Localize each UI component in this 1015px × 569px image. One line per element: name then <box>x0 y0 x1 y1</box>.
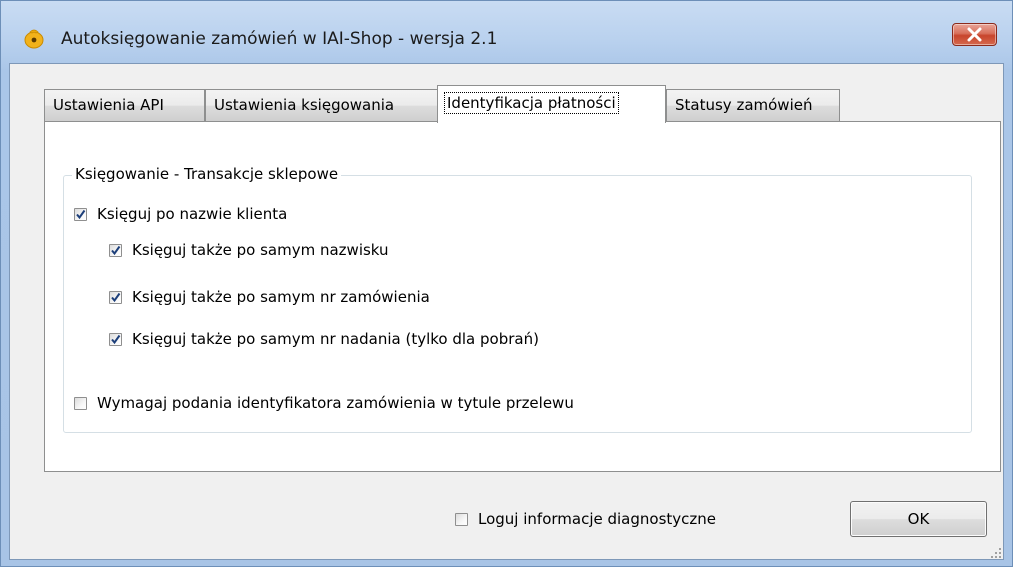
title-bar[interactable]: Autoksięgowanie zamówień w IAI-Shop - we… <box>1 1 1012 63</box>
tab-statusy-zamowien[interactable]: Statusy zamówień <box>666 89 840 121</box>
ok-button[interactable]: OK <box>850 501 987 537</box>
checkbox-label: Księguj po nazwie klienta <box>97 205 288 223</box>
checkbox-ksieguj-po-nr-nadania[interactable]: Księguj także po samym nr nadania (tylko… <box>109 329 539 349</box>
tab-ustawienia-ksiegowania[interactable]: Ustawienia księgowania <box>205 89 438 121</box>
groupbox-transakcje-sklepowe: Księgowanie - Transakcje sklepowe Księgu… <box>63 165 972 433</box>
checkbox-box[interactable] <box>455 512 468 526</box>
checkmark-icon <box>111 334 121 344</box>
checkbox-box[interactable] <box>109 290 122 304</box>
checkbox-label: Loguj informacje diagnostyczne <box>478 510 717 528</box>
resize-grip-icon[interactable] <box>990 547 1002 559</box>
close-button[interactable] <box>952 23 997 46</box>
checkbox-label: Księguj także po samym nr zamówienia <box>132 288 430 306</box>
checkmark-icon <box>111 245 121 255</box>
tab-ustawienia-api[interactable]: Ustawienia API <box>44 89 205 121</box>
tab-label: Statusy zamówień <box>675 96 813 114</box>
tab-identyfikacja-platnosci[interactable]: Identyfikacja płatności <box>437 85 666 123</box>
checkbox-ksieguj-po-nazwie-klienta[interactable]: Księguj po nazwie klienta <box>74 204 287 224</box>
checkbox-loguj-diagnostyczne[interactable]: Loguj informacje diagnostyczne <box>455 509 716 529</box>
app-moneybag-icon <box>24 29 44 49</box>
checkbox-box[interactable] <box>74 396 87 410</box>
tab-label: Ustawienia API <box>53 96 164 114</box>
checkbox-label: Księguj także po samym nr nadania (tylko… <box>132 330 539 348</box>
checkmark-icon <box>111 292 121 302</box>
checkbox-ksieguj-po-nazwisku[interactable]: Księguj także po samym nazwisku <box>109 240 389 260</box>
checkbox-label: Wymagaj podania identyfikatora zamówieni… <box>97 394 574 412</box>
window-title: Autoksięgowanie zamówień w IAI-Shop - we… <box>61 29 498 49</box>
checkbox-box[interactable] <box>109 243 122 257</box>
app-window: Autoksięgowanie zamówień w IAI-Shop - we… <box>0 0 1013 567</box>
checkbox-wymagaj-identyfikatora[interactable]: Wymagaj podania identyfikatora zamówieni… <box>74 393 574 413</box>
checkbox-ksieguj-po-nr-zamowienia[interactable]: Księguj także po samym nr zamówienia <box>109 287 430 307</box>
tab-page-identyfikacja-platnosci: Księgowanie - Transakcje sklepowe Księgu… <box>44 121 1001 472</box>
dialog-client-area: Ustawienia API Ustawienia księgowania Id… <box>9 63 1004 560</box>
groupbox-legend: Księgowanie - Transakcje sklepowe <box>72 165 342 183</box>
checkmark-icon <box>76 209 86 219</box>
close-icon <box>967 27 982 42</box>
checkbox-box[interactable] <box>74 207 87 221</box>
tab-label: Ustawienia księgowania <box>214 96 395 114</box>
tab-label: Identyfikacja płatności <box>444 92 619 114</box>
checkbox-label: Księguj także po samym nazwisku <box>132 241 389 259</box>
checkbox-box[interactable] <box>109 332 122 346</box>
